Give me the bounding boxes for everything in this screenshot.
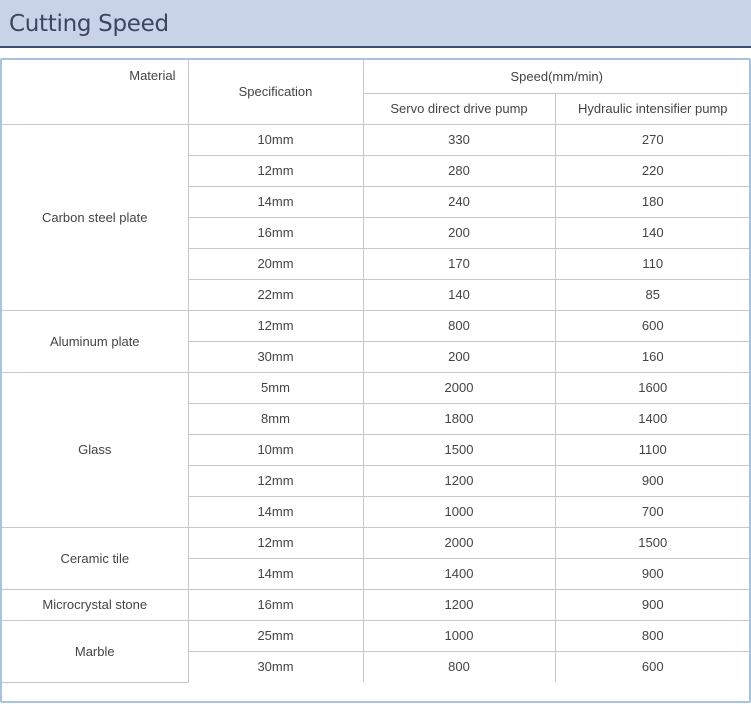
hydraulic-speed-cell: 140	[554, 216, 749, 249]
header-servo: Servo direct drive pump	[363, 92, 556, 125]
servo-speed-cell: 240	[362, 185, 556, 218]
servo-speed-cell: 1200	[362, 464, 556, 497]
hydraulic-speed-cell: 600	[554, 650, 749, 682]
specification-cell: 20mm	[188, 247, 364, 280]
hydraulic-speed-cell: 900	[554, 464, 749, 497]
material-cell: Carbon steel plate	[2, 123, 189, 311]
hydraulic-speed-cell: 600	[554, 309, 749, 342]
specification-cell: 16mm	[188, 216, 364, 249]
hydraulic-speed-cell: 270	[554, 123, 749, 156]
specification-cell: 10mm	[188, 433, 364, 466]
hydraulic-speed-cell: 1400	[554, 402, 749, 435]
specification-cell: 10mm	[187, 123, 364, 156]
table-row: Microcrystal stone 16mm 1200 900	[2, 588, 749, 621]
table-row: Marble 25mm 1000 800	[2, 619, 749, 683]
material-cell: Microcrystal stone	[2, 588, 189, 621]
header-speed-group: Speed(mm/min)	[362, 60, 749, 94]
material-cell: Aluminum plate	[2, 309, 189, 373]
servo-speed-cell: 800	[362, 309, 556, 342]
hydraulic-speed-cell: 1600	[554, 371, 749, 404]
specification-cell: 30mm	[188, 340, 364, 373]
cutting-speed-table: Material Specification Speed(mm/min) Ser…	[2, 60, 749, 683]
hydraulic-speed-cell: 220	[554, 154, 749, 187]
hydraulic-speed-cell: 1500	[554, 526, 749, 559]
hydraulic-speed-cell: 160	[554, 340, 749, 373]
servo-speed-cell: 2000	[362, 371, 556, 404]
specification-cell: 16mm	[187, 588, 364, 621]
specification-cell: 12mm	[188, 464, 364, 497]
material-cell: Glass	[2, 371, 189, 528]
header-material: Material	[2, 60, 189, 125]
specification-cell: 30mm	[188, 650, 364, 682]
hydraulic-speed-cell: 1100	[554, 433, 749, 466]
servo-speed-cell: 1500	[362, 433, 556, 466]
specification-cell: 8mm	[188, 402, 364, 435]
hydraulic-speed-cell: 900	[554, 588, 749, 621]
servo-speed-cell: 200	[362, 216, 556, 249]
hydraulic-speed-cell: 800	[554, 619, 749, 652]
servo-speed-cell: 1800	[362, 402, 556, 435]
servo-speed-cell: 200	[362, 340, 556, 373]
servo-speed-cell: 2000	[362, 526, 556, 559]
hydraulic-speed-cell: 900	[554, 557, 749, 590]
hydraulic-speed-cell: 700	[554, 495, 749, 528]
header-hydraulic: Hydraulic intensifier pump	[554, 92, 749, 125]
hydraulic-speed-cell: 180	[554, 185, 749, 218]
hydraulic-speed-cell: 110	[554, 247, 749, 280]
table-body: Carbon steel plate 10mm 330 270 12mm 280 220 14…	[2, 123, 749, 683]
specification-cell: 14mm	[188, 557, 364, 590]
servo-speed-cell: 1400	[362, 557, 556, 590]
servo-speed-cell: 140	[362, 278, 556, 311]
table-row: Ceramic tile 12mm 2000 1500	[2, 526, 749, 590]
servo-speed-cell: 330	[362, 123, 556, 156]
table-row: Carbon steel plate 10mm 330 270	[2, 123, 749, 311]
servo-speed-cell: 1200	[362, 588, 556, 621]
header-specification: Specification	[187, 60, 364, 125]
material-cell: Marble	[2, 619, 189, 683]
table-row: Glass 5mm 2000 1600	[2, 371, 749, 528]
page-title: Cutting Speed	[9, 11, 169, 37]
material-cell: Ceramic tile	[2, 526, 189, 590]
table-row: Aluminum plate 12mm 800 600	[2, 309, 749, 373]
specification-cell: 14mm	[188, 185, 364, 218]
servo-speed-cell: 1000	[362, 495, 556, 528]
servo-speed-cell: 800	[362, 650, 556, 682]
specification-cell: 22mm	[188, 278, 364, 311]
specification-cell: 14mm	[188, 495, 364, 528]
section-header: Cutting Speed	[0, 0, 751, 48]
specification-cell: 25mm	[187, 619, 364, 652]
servo-speed-cell: 280	[362, 154, 556, 187]
hydraulic-speed-cell: 85	[554, 278, 749, 311]
specification-cell: 12mm	[187, 526, 364, 559]
specification-cell: 5mm	[187, 371, 364, 404]
servo-speed-cell: 1000	[362, 619, 556, 652]
servo-speed-cell: 170	[362, 247, 556, 280]
specification-cell: 12mm	[187, 309, 364, 342]
specification-cell: 12mm	[188, 154, 364, 187]
cutting-speed-table-container: Material Specification Speed(mm/min) Ser…	[0, 58, 751, 703]
